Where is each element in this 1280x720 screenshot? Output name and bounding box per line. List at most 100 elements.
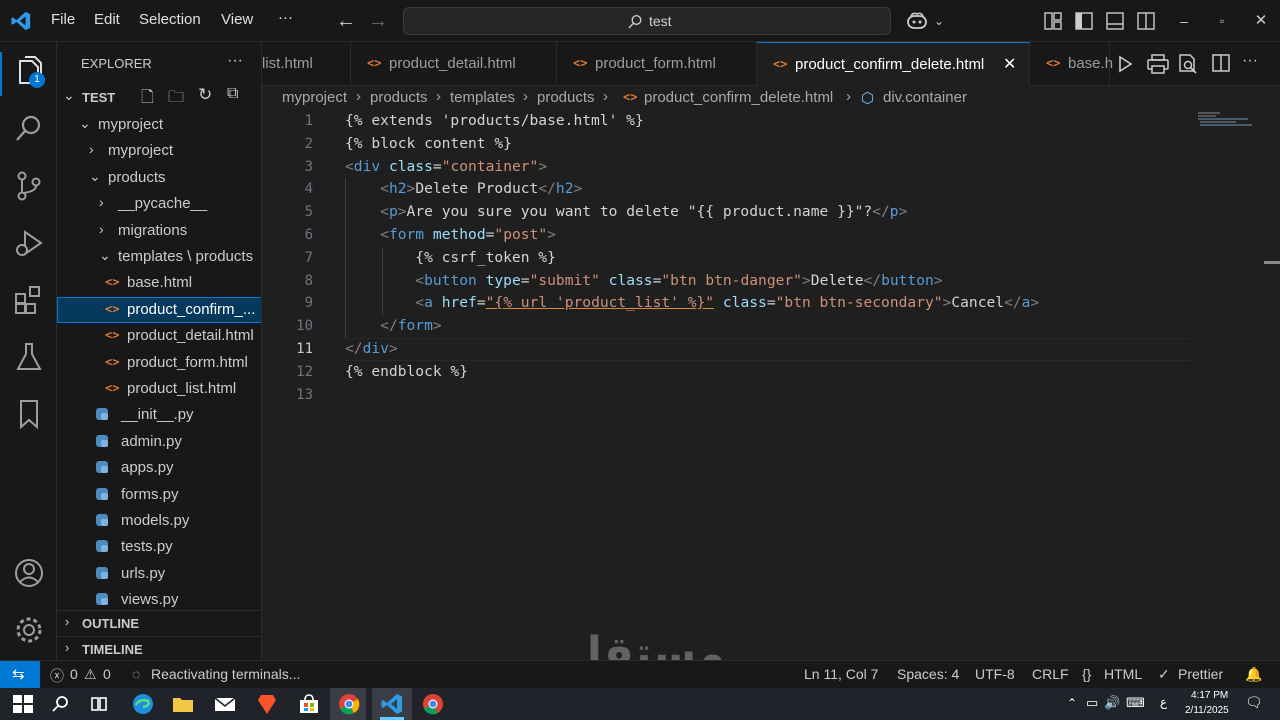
folder-item[interactable]: ⌄ myproject (57, 112, 261, 138)
breadcrumb-item[interactable]: myproject (282, 89, 347, 106)
vscode-logo-icon[interactable] (10, 10, 32, 32)
new-folder-icon[interactable]: 🗀 (168, 86, 184, 113)
editor-tab[interactable]: list.html (262, 42, 351, 86)
vscode-taskbar-icon[interactable] (379, 692, 405, 716)
timeline-section[interactable]: › TIMELINE (57, 636, 261, 660)
code-line[interactable]: <button type="submit" class="btn btn-dan… (345, 272, 942, 289)
notification-center-icon[interactable]: 🗨 (1245, 694, 1263, 711)
brave-browser-icon[interactable] (254, 692, 280, 716)
menu-file[interactable]: File (51, 11, 75, 28)
file-item[interactable]: <> product_confirm_... (57, 296, 261, 323)
folder-item[interactable]: ⌄ templates \ products (57, 244, 261, 270)
customize-layout-icon[interactable] (1044, 12, 1062, 30)
menu-view[interactable]: View (221, 11, 253, 28)
cursor-position[interactable]: Ln 11, Col 7 (804, 666, 878, 682)
editor-tab[interactable]: <> product_detail.html (351, 42, 557, 86)
back-arrow-icon[interactable]: ← (335, 10, 357, 32)
minimap[interactable] (1196, 110, 1258, 130)
folder-item[interactable]: ⌄ products (57, 165, 261, 191)
volume-icon[interactable]: 🔊 (1104, 695, 1120, 711)
search-view-icon[interactable] (12, 112, 46, 146)
collapse-all-icon[interactable]: ⧉ (227, 85, 238, 103)
outline-section[interactable]: › OUTLINE (57, 610, 261, 634)
breadcrumb-item[interactable]: templates (450, 89, 515, 106)
edge-browser-icon[interactable] (130, 692, 156, 716)
maximize-icon[interactable]: ▫ (1211, 10, 1233, 32)
folder-item[interactable]: › migrations (57, 218, 261, 244)
file-explorer-icon[interactable] (170, 692, 196, 716)
battery-icon[interactable]: ▭ (1086, 695, 1098, 711)
encoding[interactable]: UTF-8 (975, 666, 1015, 682)
settings-gear-icon[interactable] (12, 613, 46, 647)
indentation[interactable]: Spaces: 4 (897, 666, 959, 682)
accounts-icon[interactable] (12, 556, 46, 590)
run-file-icon[interactable] (1117, 55, 1133, 73)
copilot-chevron-down-icon[interactable]: ⌄ (928, 10, 950, 32)
split-editor-icon[interactable] (1212, 54, 1230, 72)
prettier-status[interactable]: Prettier (1178, 666, 1223, 682)
windows-start-icon[interactable] (10, 692, 36, 716)
taskbar-search-icon[interactable] (48, 692, 74, 716)
file-item[interactable]: <> product_list.html (57, 376, 261, 402)
file-item[interactable]: forms.py (57, 482, 261, 508)
folder-item[interactable]: › myproject (57, 138, 261, 164)
menu-selection[interactable]: Selection (139, 11, 201, 28)
toggle-primary-sidebar-icon[interactable] (1075, 12, 1093, 30)
explorer-icon[interactable]: 1 (12, 55, 46, 89)
code-line[interactable]: {% endblock %} (345, 363, 468, 380)
menu-more[interactable]: ··· (278, 9, 293, 26)
editor-tab[interactable]: <> product_confirm_delete.html ✕ (757, 42, 1030, 86)
code-line[interactable]: <h2>Delete Product</h2> (345, 180, 582, 197)
code-line[interactable]: {% extends 'products/base.html' %} (345, 112, 644, 129)
forward-arrow-icon[interactable]: → (367, 10, 389, 32)
run-debug-icon[interactable] (12, 226, 46, 260)
menu-edit[interactable]: Edit (94, 11, 120, 28)
file-item[interactable]: apps.py (57, 455, 261, 481)
code-line[interactable]: <form method="post"> (345, 226, 556, 243)
task-view-icon[interactable] (86, 692, 112, 716)
language-mode[interactable]: HTML (1104, 666, 1142, 682)
copilot-icon[interactable] (906, 11, 928, 31)
code-editor[interactable]: 1 {% extends 'products/base.html' %} 2 {% b… (262, 110, 1280, 660)
explorer-more-icon[interactable]: ··· (227, 52, 243, 70)
code-line[interactable]: <div class="container"> (345, 158, 547, 175)
source-control-icon[interactable] (12, 169, 46, 203)
clock-time[interactable]: 4:17 PM (1191, 690, 1228, 701)
minimize-icon[interactable]: – (1173, 10, 1195, 32)
command-center-search[interactable]: test (403, 7, 891, 35)
code-line[interactable]: <p>Are you sure you want to delete "{{ p… (345, 203, 907, 220)
microsoft-store-icon[interactable] (296, 692, 322, 716)
remote-indicator[interactable]: ⇆ (0, 661, 40, 688)
end-of-line[interactable]: CRLF (1032, 666, 1069, 682)
status-activity[interactable]: Reactivating terminals... (151, 666, 300, 682)
open-preview-icon[interactable] (1178, 54, 1198, 74)
extensions-icon[interactable] (12, 283, 46, 317)
breadcrumb-item[interactable]: product_confirm_delete.html (644, 89, 833, 106)
code-line[interactable]: {% csrf_token %} (345, 249, 556, 266)
file-item[interactable]: urls.py (57, 561, 261, 587)
editor-tab[interactable]: <> product_form.html (557, 42, 757, 86)
breadcrumb-item[interactable]: div.container (883, 89, 967, 106)
breadcrumb-item[interactable]: products (370, 89, 428, 106)
tray-chevron-up-icon[interactable]: ⌃ (1067, 696, 1077, 710)
notifications-bell-icon[interactable]: 🔔 (1245, 666, 1262, 683)
file-item[interactable]: models.py (57, 508, 261, 534)
breadcrumb-item[interactable]: products (537, 89, 595, 106)
code-line[interactable]: </form> (345, 317, 442, 334)
new-file-icon[interactable]: 🗋 (141, 86, 154, 113)
input-language[interactable]: ع (1160, 695, 1167, 709)
file-item[interactable]: <> base.html (57, 270, 261, 296)
mail-icon[interactable] (212, 692, 238, 716)
chrome-profile-icon[interactable] (420, 692, 446, 716)
network-icon[interactable]: ⌨ (1126, 695, 1145, 711)
code-line[interactable]: </div> (345, 340, 398, 357)
file-item[interactable]: __init__.py (57, 402, 261, 428)
testing-flask-icon[interactable] (12, 340, 46, 374)
refresh-icon[interactable]: ↻ (198, 85, 212, 105)
toggle-panel-icon[interactable] (1106, 12, 1124, 30)
close-window-icon[interactable]: ✕ (1250, 10, 1272, 32)
file-item[interactable]: <> product_detail.html (57, 323, 261, 349)
workspace-root[interactable]: ⌄ TEST 🗋 🗀 ↻ ⧉ (57, 85, 261, 108)
code-line[interactable]: <a href="{% url 'product_list' %}" class… (345, 294, 1039, 311)
toggle-secondary-sidebar-icon[interactable] (1137, 12, 1155, 30)
